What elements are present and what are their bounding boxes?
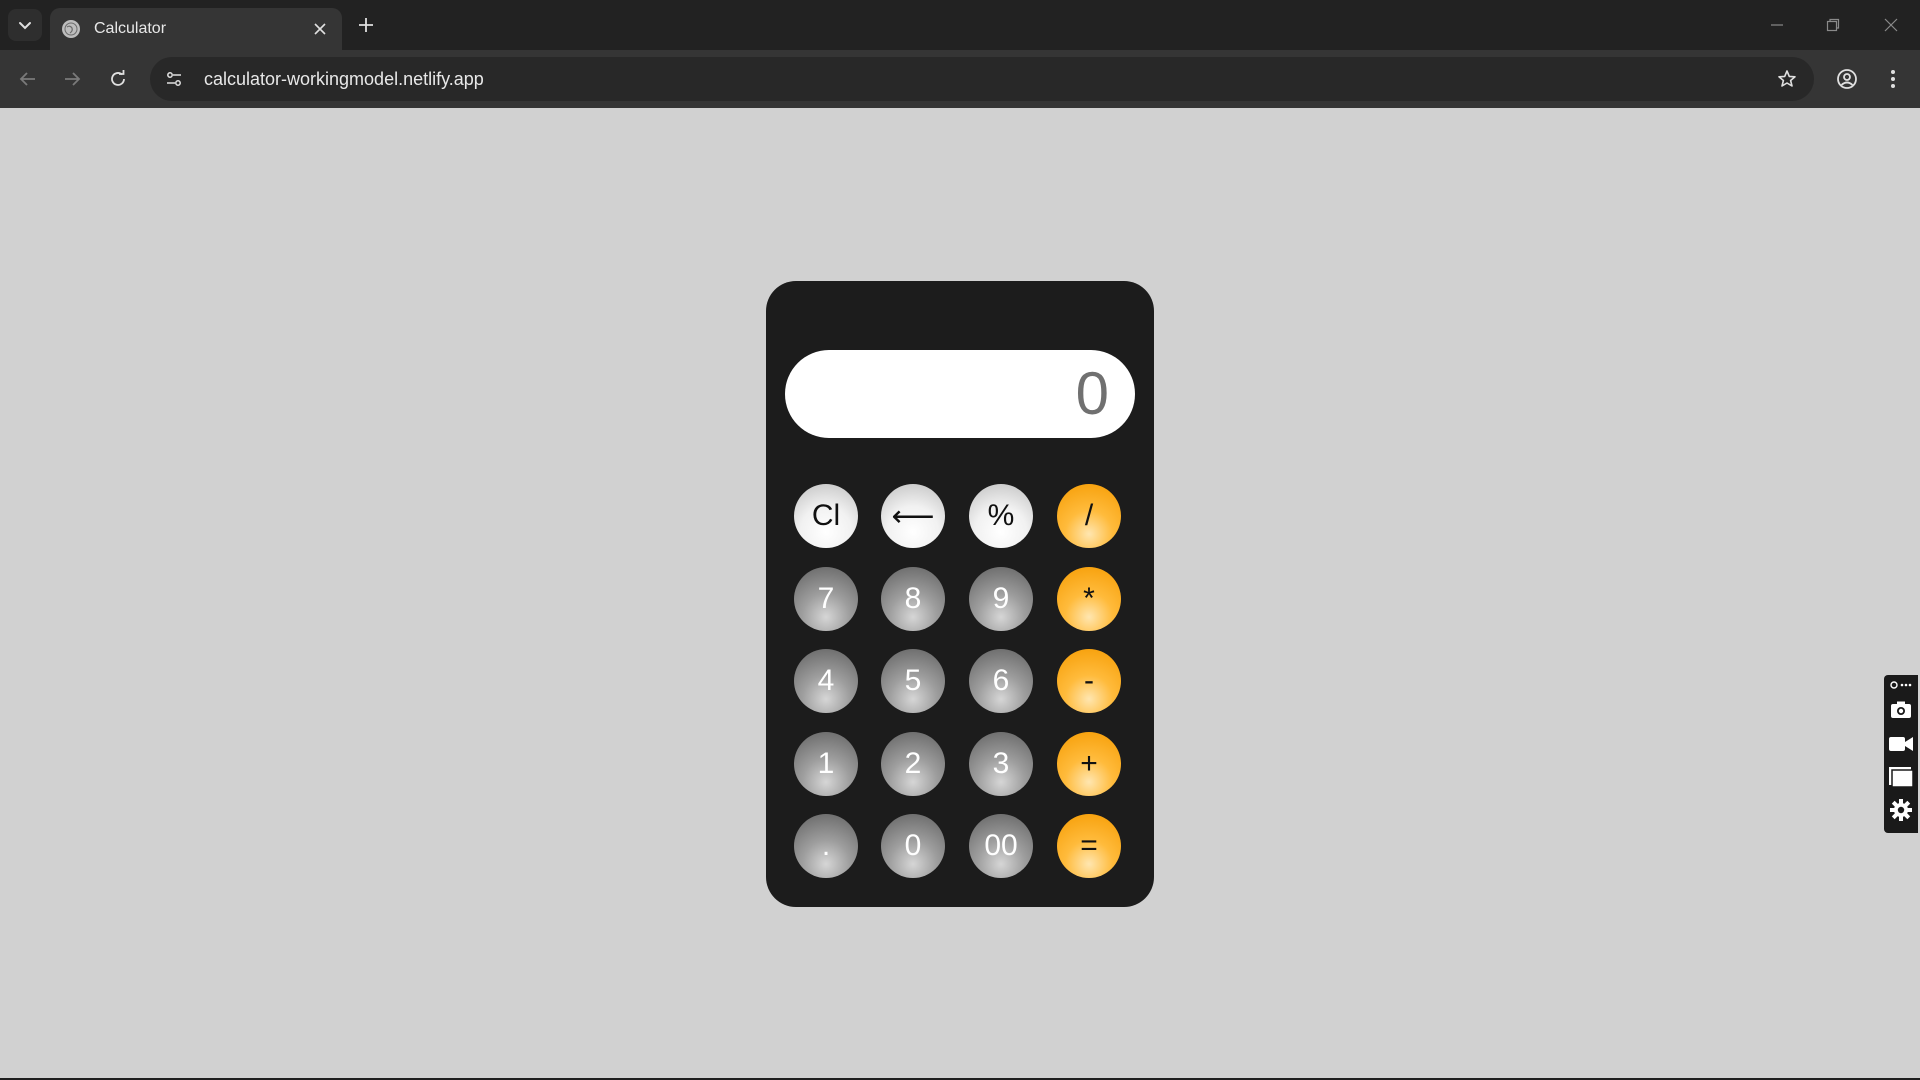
forward-button[interactable] xyxy=(57,64,87,94)
star-icon xyxy=(1778,70,1796,87)
chevron-down-icon xyxy=(19,22,31,30)
browser-toolbar: calculator-workingmodel.netlify.app xyxy=(0,50,1920,108)
equals-button[interactable]: = xyxy=(1057,814,1121,878)
window-icon[interactable] xyxy=(1888,764,1914,790)
close-icon xyxy=(1884,18,1898,32)
browser-tab[interactable]: Calculator xyxy=(50,8,342,50)
video-camera-icon[interactable] xyxy=(1888,731,1914,757)
subtract-button[interactable]: - xyxy=(1057,649,1121,713)
settings-gear-icon[interactable] xyxy=(1888,797,1914,823)
double-zero-button[interactable]: 00 xyxy=(969,814,1033,878)
browser-menu-button[interactable] xyxy=(1878,64,1908,94)
close-icon xyxy=(314,23,326,35)
bookmark-button[interactable] xyxy=(1772,64,1802,94)
plus-icon xyxy=(359,18,373,32)
back-button[interactable] xyxy=(13,64,43,94)
decimal-button[interactable]: . xyxy=(794,814,858,878)
calculator: 0 Cl ⟵%/7 8 9 * 4 5 6-1 2 3 +. 0 00 = xyxy=(766,281,1154,907)
digit-4-button[interactable]: 4 xyxy=(794,649,858,713)
link-more-icon[interactable] xyxy=(1888,677,1914,693)
divide-button[interactable]: / xyxy=(1057,484,1121,548)
digit-1-button[interactable]: 1 xyxy=(794,732,858,796)
digit-5-button[interactable]: 5 xyxy=(881,649,945,713)
address-bar[interactable]: calculator-workingmodel.netlify.app xyxy=(150,57,1814,101)
account-icon xyxy=(1837,69,1857,89)
digit-2-button[interactable]: 2 xyxy=(881,732,945,796)
multiply-button[interactable]: * xyxy=(1057,567,1121,631)
restore-icon xyxy=(1826,18,1840,32)
tune-icon xyxy=(167,72,181,86)
profile-button[interactable] xyxy=(1832,64,1862,94)
digit-6-button[interactable]: 6 xyxy=(969,649,1033,713)
digit-3-button[interactable]: 3 xyxy=(969,732,1033,796)
browser-tab-bar: Calculator xyxy=(0,0,1920,50)
camera-icon[interactable] xyxy=(1888,697,1914,723)
digit-7-button[interactable]: 7 xyxy=(794,567,858,631)
percent-button[interactable]: % xyxy=(969,484,1033,548)
backspace-button[interactable]: ⟵ xyxy=(881,484,945,548)
tab-search-button[interactable] xyxy=(8,9,42,41)
minimize-button[interactable] xyxy=(1764,12,1790,38)
add-button[interactable]: + xyxy=(1057,732,1121,796)
reload-button[interactable] xyxy=(103,64,133,94)
calculator-display: 0 xyxy=(785,350,1135,438)
digit-8-button[interactable]: 8 xyxy=(881,567,945,631)
digit-9-button[interactable]: 9 xyxy=(969,567,1033,631)
tab-title: Calculator xyxy=(94,20,167,37)
url-text[interactable]: calculator-workingmodel.netlify.app xyxy=(204,69,1772,90)
kebab-menu-icon xyxy=(1891,70,1895,88)
globe-icon xyxy=(62,20,80,38)
digit-0-button[interactable]: 0 xyxy=(881,814,945,878)
clear-button[interactable]: Cl xyxy=(794,484,858,548)
restore-button[interactable] xyxy=(1820,12,1846,38)
arrow-right-icon xyxy=(65,72,81,86)
arrow-left-icon xyxy=(19,72,35,86)
site-info-button[interactable] xyxy=(158,63,190,95)
tab-close-button[interactable] xyxy=(310,19,330,39)
reload-icon xyxy=(111,70,125,86)
minimize-icon xyxy=(1771,24,1783,26)
close-window-button[interactable] xyxy=(1878,12,1904,38)
new-tab-button[interactable] xyxy=(354,13,378,37)
extension-side-panel xyxy=(1884,675,1918,833)
